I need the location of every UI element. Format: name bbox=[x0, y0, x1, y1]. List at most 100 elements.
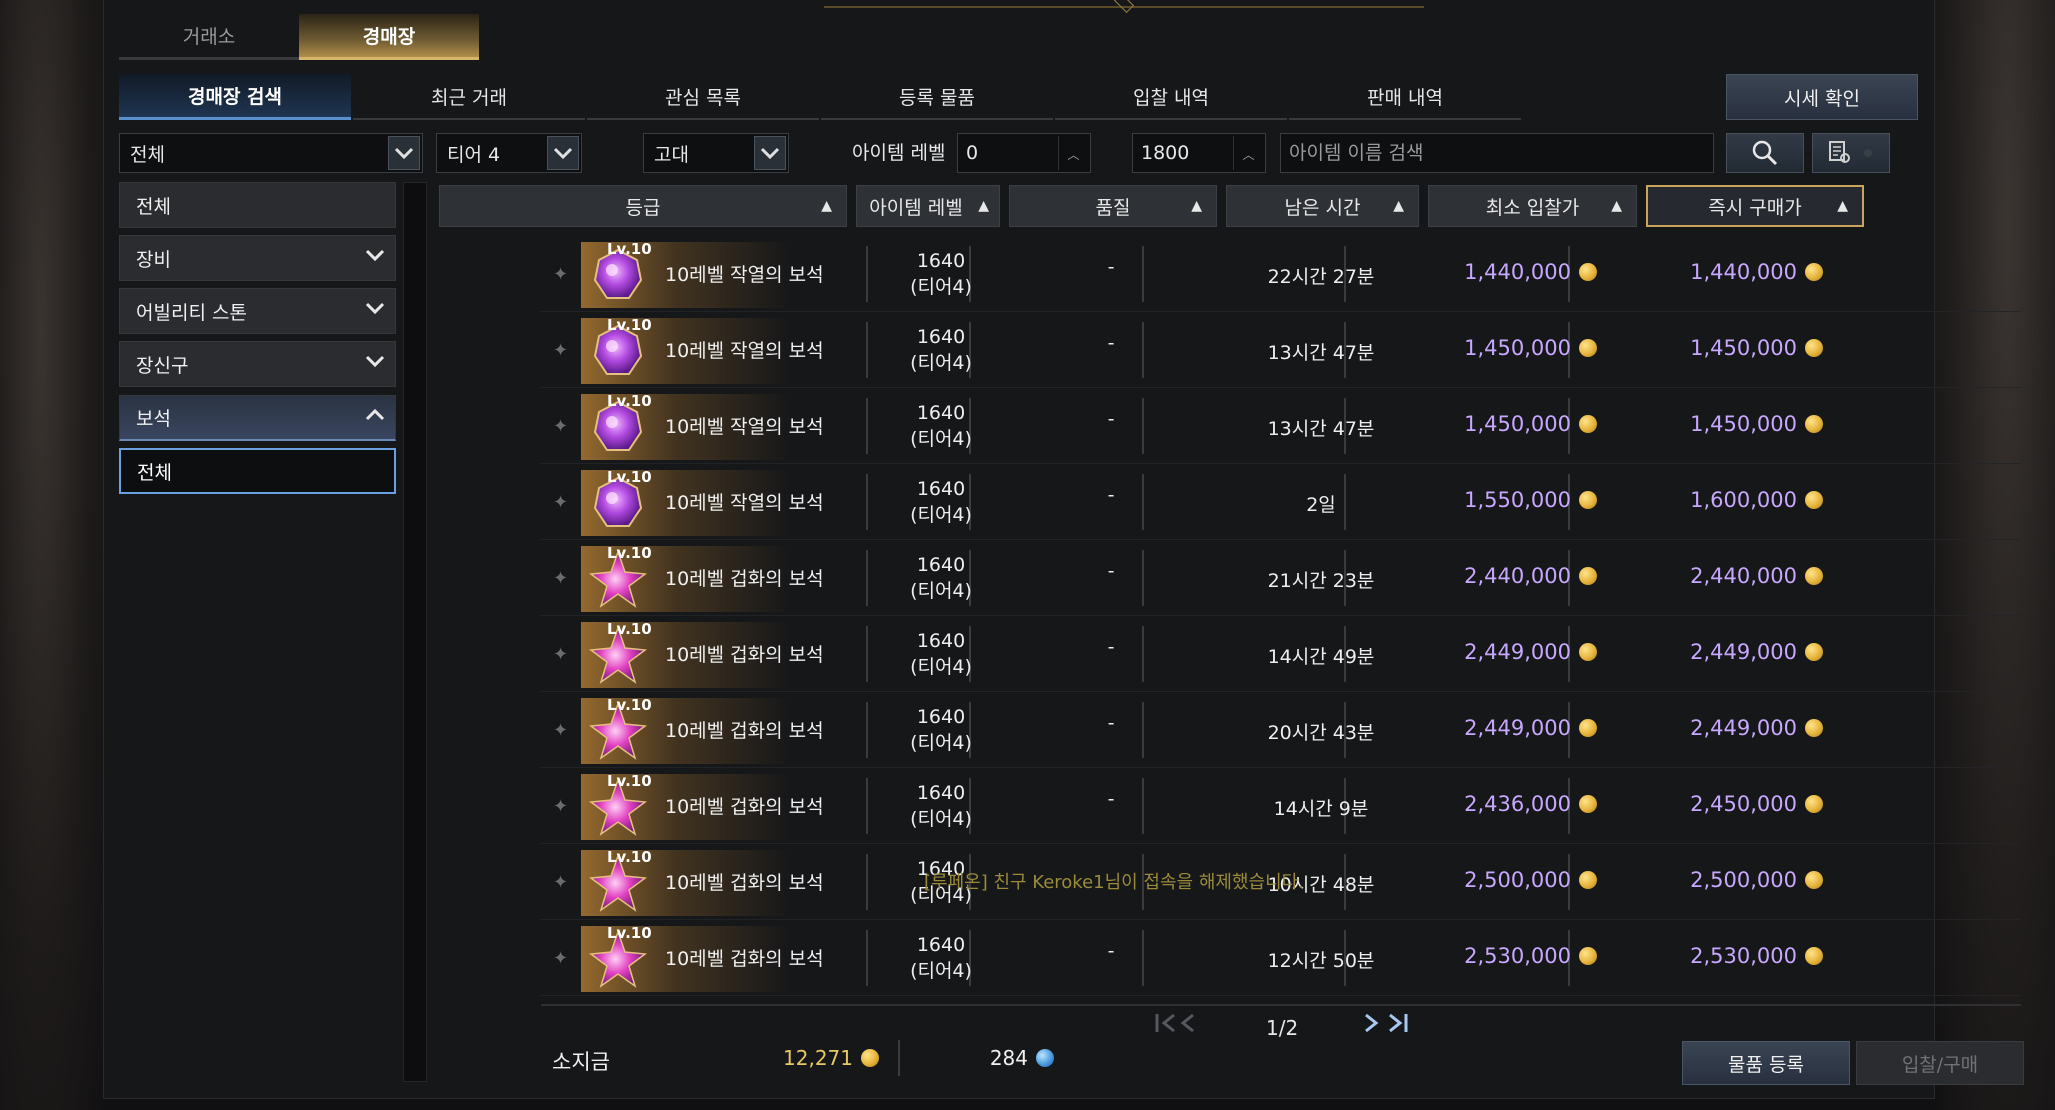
column-header-buyout-label: 즉시 구매가 bbox=[1708, 196, 1802, 219]
item-name-search-input[interactable]: 아이템 이름 검색 bbox=[1280, 133, 1714, 173]
column-header-item-level[interactable]: 아이템 레벨 ▲ bbox=[856, 185, 1000, 227]
tab-exchange[interactable]: 거래소 bbox=[119, 14, 299, 60]
level-min-stepper[interactable]: ︿﹀ bbox=[1058, 136, 1088, 200]
category-equipment[interactable]: 장비 bbox=[119, 235, 396, 281]
table-row[interactable]: ✦ Lv.10 10레벨 겁화의 보석 1640 (티어4) -14시간 49분 2,449… bbox=[541, 616, 2021, 692]
subtab-recent-trades[interactable]: 최근 거래 bbox=[353, 74, 585, 120]
item-name: 10레벨 작열의 보석 bbox=[665, 340, 824, 362]
grade-select-value: 고대 bbox=[654, 143, 689, 166]
pin-icon[interactable]: ✦ bbox=[553, 644, 568, 665]
category-select[interactable]: 전체 bbox=[119, 133, 423, 173]
min-bid-value: 2,440,000 bbox=[1464, 564, 1571, 588]
buyout-value: 1,600,000 bbox=[1690, 488, 1797, 512]
level-min-input[interactable]: 0 ︿﹀ bbox=[957, 133, 1091, 200]
subtab-auction-search[interactable]: 경매장 검색 bbox=[119, 74, 351, 120]
page-indicator: 1/2 bbox=[1266, 1016, 1299, 1040]
price-check-button[interactable]: 시세 확인 bbox=[1726, 74, 1918, 120]
pin-icon[interactable]: ✦ bbox=[553, 872, 568, 893]
item-name: 10레벨 겁화의 보석 bbox=[665, 796, 824, 818]
column-header-grade-label: 등급 bbox=[625, 196, 661, 219]
grade-select[interactable]: 고대 bbox=[643, 133, 789, 173]
chevron-down-icon[interactable] bbox=[547, 136, 579, 170]
item-name: 10레벨 겁화의 보석 bbox=[665, 568, 824, 590]
pin-icon[interactable]: ✦ bbox=[553, 948, 568, 969]
buyout-value: 1,450,000 bbox=[1690, 412, 1797, 436]
min-bid-cell: 2,530,000 bbox=[1371, 944, 1597, 968]
next-page-icon[interactable] bbox=[1362, 1012, 1380, 1040]
pin-icon[interactable]: ✦ bbox=[553, 264, 568, 285]
item-level-cell: 1640 (티어4) bbox=[881, 400, 1001, 452]
table-row[interactable]: ✦ Lv.10 10레벨 작열의 보석 1640 (티어4) -22시간 27분 1,440… bbox=[541, 236, 2021, 312]
table-row[interactable]: ✦ Lv.10 10레벨 겁화의 보석 1640 (티어4) -14시간 9분 2,436,… bbox=[541, 768, 2021, 844]
table-row[interactable]: ✦ Lv.10 10레벨 작열의 보석 1640 (티어4) -13시간 47분 1,450… bbox=[541, 312, 2021, 388]
pin-icon[interactable]: ✦ bbox=[553, 796, 568, 817]
gold-coin-icon bbox=[1579, 415, 1597, 433]
tier-select-value: 티어 4 bbox=[447, 143, 501, 166]
buyout-cell: 2,449,000 bbox=[1641, 716, 1823, 740]
category-all[interactable]: 전체 bbox=[119, 182, 396, 228]
pin-icon[interactable]: ✦ bbox=[553, 492, 568, 513]
item-level-badge: Lv.10 bbox=[607, 772, 652, 790]
buyout-cell: 1,600,000 bbox=[1641, 488, 1823, 512]
category-panel: 전체 장비 어빌리티 스톤 장신구 보석 전체 bbox=[119, 182, 423, 1082]
item-level-cell: 1640 (티어4) bbox=[881, 628, 1001, 680]
subtab-registered-items[interactable]: 등록 물품 bbox=[821, 74, 1053, 120]
pin-icon[interactable]: ✦ bbox=[553, 720, 568, 741]
column-header-min-bid[interactable]: 최소 입찰가 ▲ bbox=[1428, 185, 1637, 227]
subcategory-gem-all[interactable]: 전체 bbox=[119, 448, 396, 494]
first-page-icon[interactable] bbox=[1154, 1012, 1180, 1040]
table-row[interactable]: ✦ Lv.10 10레벨 겁화의 보석 1640 (티어4) -21시간 23분 2,440… bbox=[541, 540, 2021, 616]
column-divider bbox=[866, 246, 868, 302]
tier-select[interactable]: 티어 4 bbox=[436, 133, 582, 173]
pin-icon[interactable]: ✦ bbox=[553, 340, 568, 361]
quality-cell: - bbox=[1107, 332, 1115, 354]
column-header-grade[interactable]: 등급 ▲ bbox=[439, 185, 847, 227]
column-header-buyout[interactable]: 즉시 구매가 ▲ bbox=[1646, 185, 1864, 227]
buyout-value: 2,449,000 bbox=[1690, 640, 1797, 664]
bid-buy-button[interactable]: 입찰/구매 bbox=[1856, 1041, 2024, 1085]
table-row[interactable]: ✦ Lv.10 10레벨 작열의 보석 1640 (티어4) -13시간 47분 1,450… bbox=[541, 388, 2021, 464]
buyout-value: 2,449,000 bbox=[1690, 716, 1797, 740]
category-accessory[interactable]: 장신구 bbox=[119, 341, 396, 387]
tab-auction[interactable]: 경매장 bbox=[299, 14, 479, 60]
blue-crystal-icon bbox=[1036, 1049, 1054, 1067]
item-level-cell: 1640 (티어4) bbox=[881, 704, 1001, 756]
gold-coin-icon bbox=[1805, 263, 1823, 281]
subtab-sales-history[interactable]: 판매 내역 bbox=[1289, 74, 1521, 120]
table-row[interactable]: ✦ Lv.10 10레벨 겁화의 보석 1640 (티어4) -20시간 43분 2,449… bbox=[541, 692, 2021, 768]
sort-ascending-icon: ▲ bbox=[978, 198, 989, 214]
table-row[interactable]: ✦ Lv.10 10레벨 겁화의 보석 1640 (티어4) -12시간 50분 2,530… bbox=[541, 920, 2021, 996]
min-bid-cell: 1,450,000 bbox=[1371, 412, 1597, 436]
category-ability-stone[interactable]: 어빌리티 스톤 bbox=[119, 288, 396, 334]
buyout-value: 1,440,000 bbox=[1690, 260, 1797, 284]
column-header-quality[interactable]: 품질 ▲ bbox=[1009, 185, 1217, 227]
item-level-cell: 1640 (티어4) bbox=[881, 780, 1001, 832]
buyout-value: 2,440,000 bbox=[1690, 564, 1797, 588]
subtab-bid-history[interactable]: 입찰 내역 bbox=[1055, 74, 1287, 120]
system-chat-notice: [루페온] 친구 Keroke1님이 접속을 해제했습니다. bbox=[924, 872, 1304, 893]
level-max-input[interactable]: 1800 ︿﹀ bbox=[1132, 133, 1266, 200]
column-header-time-left[interactable]: 남은 시간 ▲ bbox=[1226, 185, 1419, 227]
last-page-icon[interactable] bbox=[1384, 1012, 1410, 1040]
chevron-down-icon[interactable] bbox=[754, 136, 786, 170]
table-row[interactable]: ✦ Lv.10 10레벨 작열의 보석 1640 (티어4) -2일 1,550,000 1,… bbox=[541, 464, 2021, 540]
chevron-up-icon bbox=[365, 404, 385, 429]
category-gem[interactable]: 보석 bbox=[119, 395, 396, 441]
search-button[interactable] bbox=[1726, 133, 1804, 173]
subtab-watchlist[interactable]: 관심 목록 bbox=[587, 74, 819, 120]
min-bid-cell: 2,449,000 bbox=[1371, 640, 1597, 664]
detail-search-button[interactable] bbox=[1812, 133, 1890, 173]
prev-page-icon[interactable] bbox=[1179, 1012, 1197, 1040]
min-bid-value: 1,440,000 bbox=[1464, 260, 1571, 284]
chevron-down-icon[interactable] bbox=[388, 136, 420, 170]
pin-icon[interactable]: ✦ bbox=[553, 416, 568, 437]
chevron-down-icon bbox=[365, 297, 385, 322]
row-divider bbox=[541, 995, 2021, 996]
level-max-stepper[interactable]: ︿﹀ bbox=[1233, 136, 1263, 200]
money-label: 소지금 bbox=[552, 1050, 610, 1074]
pin-icon[interactable]: ✦ bbox=[553, 568, 568, 589]
main-tabs: 거래소 경매장 bbox=[119, 14, 479, 60]
column-divider bbox=[866, 398, 868, 454]
register-item-button[interactable]: 물품 등록 bbox=[1682, 1041, 1850, 1085]
category-scrollbar[interactable] bbox=[403, 182, 427, 1082]
